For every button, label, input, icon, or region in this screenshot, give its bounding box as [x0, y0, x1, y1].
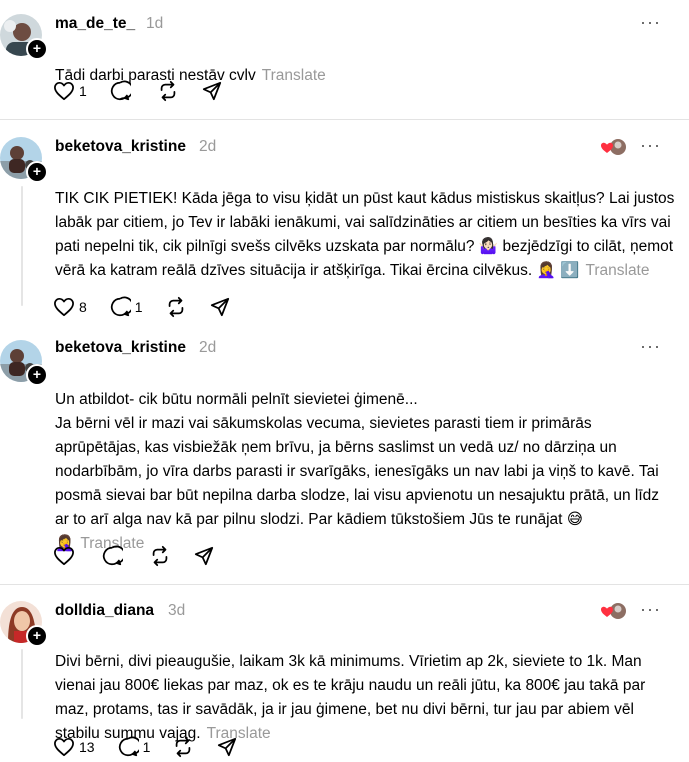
- post-dolldia_diana: + dolldia_diana 3d ··· Divi bērni, divi …: [0, 585, 689, 762]
- more-icon[interactable]: ···: [640, 135, 661, 156]
- like-count: 8: [79, 299, 87, 315]
- repost-button[interactable]: [172, 736, 194, 758]
- action-bar: 1: [53, 79, 245, 103]
- like-button[interactable]: 13: [53, 737, 95, 757]
- heart-icon: [54, 737, 74, 757]
- comment-icon: [102, 545, 123, 566]
- repost-button[interactable]: [157, 80, 179, 102]
- follow-plus-icon[interactable]: +: [26, 364, 48, 386]
- post-body: Divi bērni, divi pieaugušie, laikam 3k k…: [55, 653, 646, 742]
- repost-icon: [160, 80, 176, 102]
- action-bar: 13 1: [53, 735, 260, 759]
- liked-by-author-icon: [601, 139, 626, 155]
- send-icon: [210, 297, 229, 317]
- repost-button[interactable]: [165, 296, 187, 318]
- repost-icon: [176, 736, 191, 758]
- reply-button[interactable]: [109, 80, 135, 102]
- send-icon: [202, 81, 221, 101]
- translate-link[interactable]: Translate: [262, 67, 326, 84]
- post-time[interactable]: 2d: [199, 138, 216, 156]
- username[interactable]: beketova_kristine: [55, 138, 186, 156]
- username[interactable]: ma_de_te_: [55, 15, 135, 33]
- post-beketova_kristine-2: + beketova_kristine 2d ··· Un atbildot- …: [0, 328, 689, 584]
- send-icon: [194, 546, 214, 566]
- heart-icon: [54, 297, 74, 317]
- more-icon[interactable]: ···: [640, 12, 661, 33]
- heart-icon: [54, 81, 74, 101]
- reply-button[interactable]: 1: [109, 296, 143, 318]
- username[interactable]: dolldia_diana: [55, 602, 154, 620]
- repost-icon: [168, 296, 183, 318]
- reply-button[interactable]: [101, 545, 127, 567]
- comment-icon: [118, 736, 139, 757]
- post-body: Un atbildot- cik būtu normāli pelnīt sie…: [55, 391, 660, 552]
- follow-plus-icon[interactable]: +: [26, 38, 48, 60]
- repost-icon: [152, 545, 168, 567]
- repost-button[interactable]: [149, 545, 171, 567]
- share-button[interactable]: [201, 80, 223, 102]
- share-button[interactable]: [209, 296, 231, 318]
- reply-count: 1: [134, 299, 143, 315]
- reply-count: 1: [142, 739, 151, 755]
- like-count: 1: [79, 83, 87, 99]
- like-button[interactable]: [53, 546, 79, 566]
- comment-icon: [110, 296, 131, 317]
- translate-link[interactable]: Translate: [585, 262, 649, 279]
- share-button[interactable]: [216, 736, 238, 758]
- post-time[interactable]: 2d: [199, 339, 216, 357]
- post-text: TIK CIK PIETIEK! Kāda jēga to visu ķidāt…: [55, 163, 675, 283]
- liked-by-author-icon: [601, 603, 626, 619]
- more-icon[interactable]: ···: [640, 599, 661, 620]
- follow-plus-icon[interactable]: +: [26, 161, 48, 183]
- like-count: 13: [79, 739, 95, 755]
- thread-line: [21, 186, 23, 306]
- follow-plus-icon[interactable]: +: [26, 625, 48, 647]
- thread-line: [21, 649, 23, 719]
- post-ma_de_te_: + ma_de_te_ 1d ··· Tādi darbi parasti ne…: [0, 0, 689, 120]
- post-time[interactable]: 1d: [146, 15, 163, 33]
- like-button[interactable]: 8: [53, 297, 87, 317]
- post-body: TIK CIK PIETIEK! Kāda jēga to visu ķidāt…: [55, 190, 675, 279]
- post-beketova_kristine-1: + beketova_kristine 2d ··· TIK CIK PIETI…: [0, 120, 689, 328]
- reply-button[interactable]: 1: [117, 736, 151, 758]
- action-bar: 8 1: [53, 295, 253, 319]
- more-icon[interactable]: ···: [640, 336, 661, 357]
- heart-icon: [54, 546, 74, 566]
- action-bar: [53, 544, 237, 568]
- share-button[interactable]: [193, 545, 215, 567]
- post-text: Divi bērni, divi pieaugušie, laikam 3k k…: [55, 626, 675, 746]
- like-button[interactable]: 1: [53, 81, 87, 101]
- post-time[interactable]: 3d: [168, 602, 185, 620]
- send-icon: [218, 737, 237, 757]
- comment-icon: [110, 80, 131, 101]
- username[interactable]: beketova_kristine: [55, 339, 186, 357]
- post-text: Un atbildot- cik būtu normāli pelnīt sie…: [55, 364, 675, 556]
